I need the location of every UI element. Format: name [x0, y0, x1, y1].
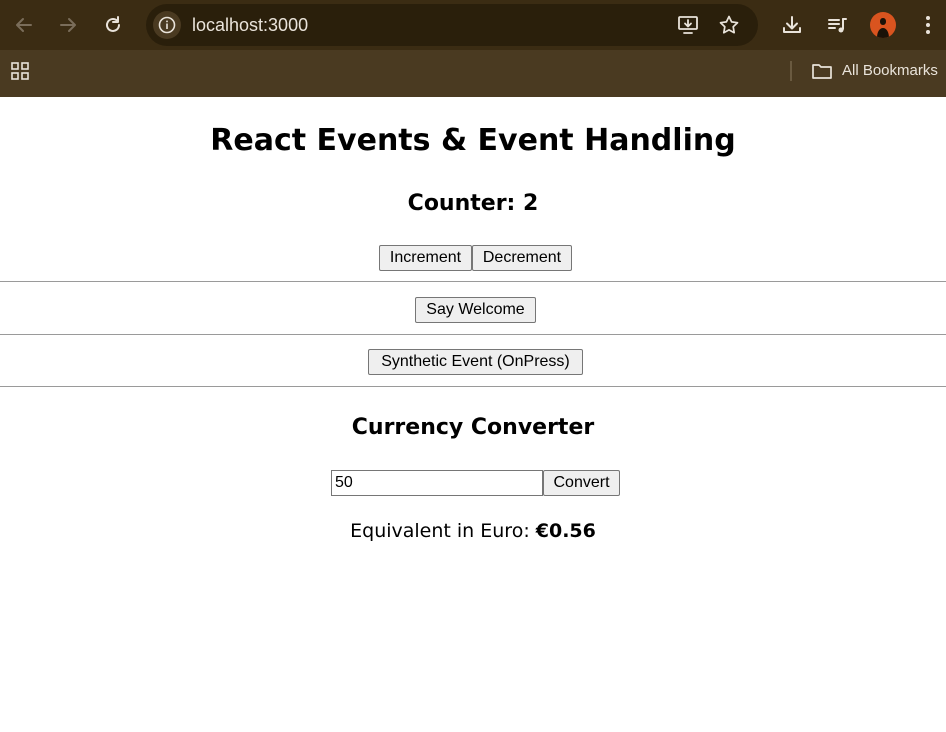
convert-button[interactable]: Convert: [543, 470, 620, 496]
bookmarks-separator: [790, 61, 792, 81]
info-icon[interactable]: [153, 11, 181, 39]
apps-grid-icon[interactable]: [8, 59, 32, 83]
result-label: Equivalent in Euro:: [350, 520, 536, 542]
decrement-button[interactable]: Decrement: [472, 245, 572, 271]
divider: [0, 334, 946, 335]
folder-icon: [810, 60, 834, 82]
all-bookmarks-link[interactable]: All Bookmarks: [842, 62, 938, 79]
download-icon[interactable]: [778, 11, 806, 39]
currency-converter-heading: Currency Converter: [351, 415, 595, 440]
conversion-result: Equivalent in Euro: €0.56: [0, 520, 946, 542]
result-value: €0.56: [535, 520, 596, 542]
url-text[interactable]: localhost:3000: [192, 4, 308, 46]
bookmarks-bar: [0, 50, 946, 97]
avatar[interactable]: [870, 12, 896, 38]
address-bar[interactable]: localhost:3000: [146, 4, 758, 46]
media-control-icon[interactable]: [823, 11, 851, 39]
counter-heading: Counter: 2: [407, 191, 539, 216]
reload-icon[interactable]: [99, 11, 127, 39]
amount-input[interactable]: [331, 470, 543, 496]
divider: [0, 386, 946, 387]
back-arrow-icon[interactable]: [10, 11, 38, 39]
page-content: React Events & Event Handling Counter: 2…: [0, 97, 946, 732]
say-welcome-button[interactable]: Say Welcome: [415, 297, 536, 323]
page-title: React Events & Event Handling: [210, 123, 736, 158]
kebab-menu-icon[interactable]: [914, 11, 942, 39]
star-icon[interactable]: [717, 13, 741, 37]
synthetic-event-button[interactable]: Synthetic Event (OnPress): [368, 349, 583, 375]
increment-button[interactable]: Increment: [379, 245, 472, 271]
forward-arrow-icon[interactable]: [54, 11, 82, 39]
browser-toolbar: localhost:3000: [0, 0, 946, 50]
divider: [0, 281, 946, 282]
install-app-icon[interactable]: [676, 13, 700, 37]
